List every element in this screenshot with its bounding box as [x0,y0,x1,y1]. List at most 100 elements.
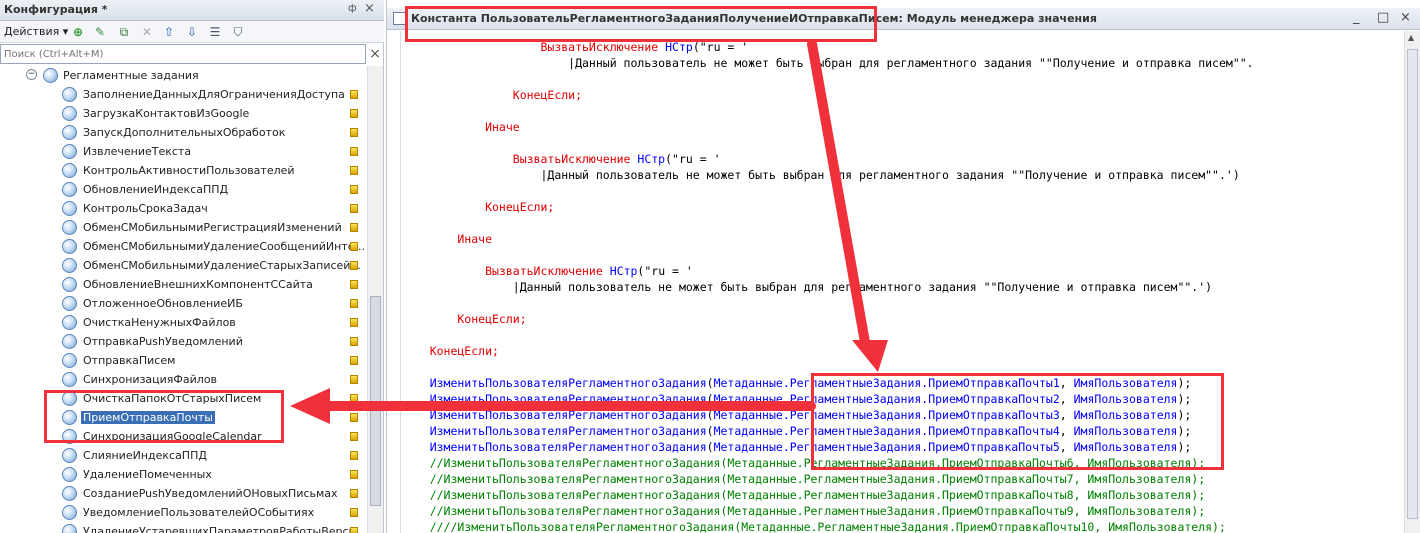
tree-item-label: ОбменСМобильнымиУдалениеСтарыхЗаписей... [83,259,361,272]
search-input[interactable] [1,45,365,63]
support-lock-icon [350,204,358,213]
tree-item[interactable]: СлияниеИндексаППД [0,446,366,465]
scheduled-job-icon [62,163,77,178]
scheduled-job-icon [62,106,77,121]
tree-item[interactable]: ЗагрузкаКонтактовИзGoogle [0,104,366,123]
panel-title: Конфигурация * [4,3,108,16]
code-token: ( [706,392,714,406]
tree-item-label: ЗаполнениеДанныхДляОграниченияДоступа [83,88,345,101]
scheduled-job-icon [62,201,77,216]
actions-menu[interactable]: Действия ▾ [4,25,68,38]
code-token: Метаданные.РегламентныеЗадания.ПриемОтпр… [713,376,1060,390]
configuration-panel-header: Конфигурация * ф × [0,0,384,21]
code-token: ("ru = ' [665,152,721,166]
scrollbar-thumb[interactable] [1407,49,1418,519]
tree-item[interactable]: СозданиеPushУведомленийОНовыхПисьмах [0,484,366,503]
support-lock-icon [350,394,358,403]
support-lock-icon [350,242,358,251]
code-line: ИзменитьПользователяРегламентногоЗадания… [402,423,1192,439]
tree-item[interactable]: ОбменСМобильнымиРегистрацияИзменений [0,218,366,237]
scheduled-job-icon [62,239,77,254]
tree-item[interactable]: ОчисткаПапокОтСтарыхПисем [0,389,366,408]
collapse-icon[interactable]: − [26,69,37,80]
tree-item[interactable]: УдалениеУстаревшихПараметровРаботыВерси.… [0,522,366,533]
tree-item[interactable]: КонтрольСрокаЗадач [0,199,366,218]
tree-item[interactable]: СинхронизацияGoogleCalendar [0,427,366,446]
configuration-panel: Конфигурация * ф × Действия ▾ ⊕ ✎ ⧉ ✕ ⇧ … [0,0,384,533]
tree-item-label: УдалениеПомеченных [83,468,212,481]
panel-toolbar: Действия ▾ ⊕ ✎ ⧉ ✕ ⇧ ⇩ ☰ ⛉ [0,21,384,43]
tree-item[interactable]: ПриемОтправкаПочты [0,408,366,427]
code-line: КонецЕсли; [402,343,499,359]
move-down-icon[interactable]: ⇩ [184,24,200,40]
support-lock-icon [350,527,358,533]
move-up-icon[interactable]: ⇧ [161,24,177,40]
scheduled-job-icon [62,391,77,406]
code-token: Метаданные.РегламентныеЗадания.ПриемОтпр… [713,440,1060,454]
tree-item[interactable]: ОтправкаПисем [0,351,366,370]
tree-item[interactable]: ОбменСМобильнымиУдалениеСообщенийИнте... [0,237,366,256]
tree-item[interactable]: КонтрольАктивностиПользователей [0,161,366,180]
code-line: Иначе [402,119,520,135]
tree-item-label: ИзвлечениеТекста [83,145,192,158]
support-lock-icon [350,299,358,308]
tree-item-label: ЗагрузкаКонтактовИзGoogle [83,107,250,120]
support-lock-icon [350,337,358,346]
close-icon[interactable]: × [364,1,375,16]
list-icon[interactable]: ☰ [207,24,223,40]
search-field[interactable] [0,44,366,64]
tree-scrollbar[interactable] [367,66,383,533]
code-line: КонецЕсли; [402,87,582,103]
code-token: , [1059,408,1074,422]
code-token: //ИзменитьПользователяРегламентногоЗадан… [402,456,1206,470]
editor-scrollbar[interactable]: ▲ [1404,31,1420,533]
tree-item[interactable]: СинхронизацияФайлов [0,370,366,389]
add-icon[interactable]: ⊕ [70,24,86,40]
code-area[interactable]: ВызватьИсключение НСтр("ru = ' |Данный п… [402,31,1402,533]
support-lock-icon [350,489,358,498]
delete-icon[interactable]: ✕ [139,24,155,40]
code-token: , [1059,392,1074,406]
support-lock-icon [350,109,358,118]
module-editor: Константа ПользовательРегламентногоЗадан… [386,0,1420,533]
tree-item[interactable]: ОбменСМобильнымиУдалениеСтарыхЗаписей... [0,256,366,275]
filter-icon[interactable]: ⛉ [230,24,246,40]
pin-icon[interactable]: ф [348,3,357,14]
scrollbar-thumb[interactable] [370,296,381,506]
tree-item-label: ОтправкаПисем [83,354,176,367]
tree-item[interactable]: ОбновлениеИндексаППД [0,180,366,199]
scheduled-job-icon [62,524,77,533]
scroll-up-icon[interactable]: ▲ [1408,33,1414,42]
edit-icon[interactable]: ✎ [92,24,108,40]
code-token: ИзменитьПользователяРегламентногоЗадания [402,424,707,438]
code-token: ИзменитьПользователяРегламентногоЗадания [402,376,707,390]
tree-item[interactable]: ОтправкаPushУведомлений [0,332,366,351]
tree-item[interactable]: ИзвлечениеТекста [0,142,366,161]
tree-item-label: СлияниеИндексаППД [83,449,207,462]
tree-group-scheduled-jobs[interactable]: − Регламентные задания [0,66,366,85]
code-line: |Данный пользователь не может быть выбра… [402,279,1212,295]
tree-item[interactable]: УведомлениеПользователейОСобытиях [0,503,366,522]
tree-item[interactable]: ОбновлениеВнешнихКомпонентССайта [0,275,366,294]
search-clear-icon[interactable]: × [367,44,383,64]
code-token: Метаданные.РегламентныеЗадания.ПриемОтпр… [713,408,1060,422]
tree-item[interactable]: ОтложенноеОбновлениеИБ [0,294,366,313]
support-lock-icon [350,185,358,194]
close-icon[interactable]: × [1400,10,1411,25]
code-token: ( [706,440,714,454]
tree-item[interactable]: ЗапускДополнительныхОбработок [0,123,366,142]
scheduled-job-icon [62,220,77,235]
tree-item[interactable]: ОчисткаНенужныхФайлов [0,313,366,332]
support-lock-icon [350,375,358,384]
tree-item[interactable]: ЗаполнениеДанныхДляОграниченияДоступа [0,85,366,104]
code-token: КонецЕсли; [402,200,555,214]
code-token: ИмяПользователя [1073,424,1178,438]
editor-title: Константа ПользовательРегламентногоЗадан… [411,12,1097,25]
tree-item[interactable]: УдалениеПомеченных [0,465,366,484]
code-token: КонецЕсли; [402,88,583,102]
tree-item-label: ОтправкаPushУведомлений [83,335,243,348]
tree-item-label: СинхронизацияФайлов [83,373,218,386]
minimize-icon[interactable]: _ [1353,10,1360,25]
copy-icon[interactable]: ⧉ [116,24,132,40]
maximize-icon[interactable]: □ [1377,10,1389,25]
